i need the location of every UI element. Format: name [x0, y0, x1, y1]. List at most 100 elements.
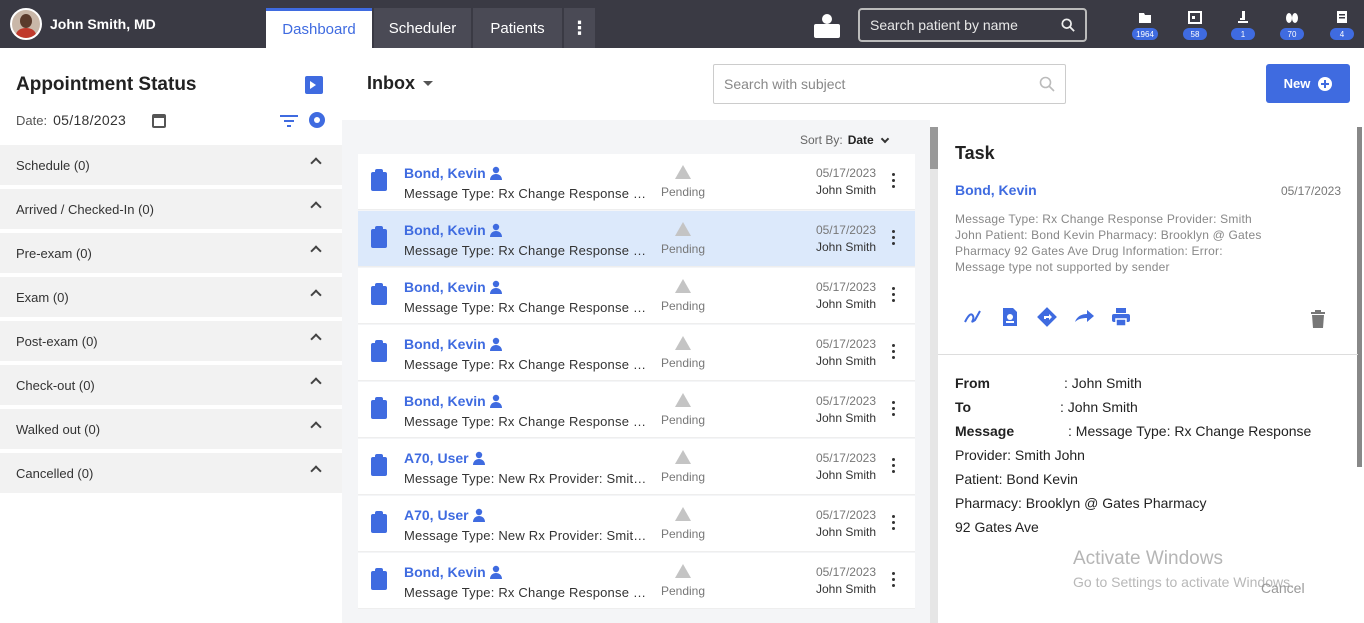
- search-icon[interactable]: [1039, 76, 1055, 92]
- more-options-icon[interactable]: [892, 230, 896, 246]
- status-exam[interactable]: Exam (0): [0, 277, 342, 317]
- patient-name[interactable]: Bond, Kevin: [404, 336, 486, 352]
- notif-rx[interactable]: 70: [1278, 8, 1306, 44]
- status-schedule[interactable]: Schedule (0): [0, 145, 342, 185]
- task-actions: [962, 306, 1147, 328]
- person-icon[interactable]: [472, 451, 486, 465]
- message-line: 92 Gates Ave: [955, 519, 1039, 535]
- front-desk-icon[interactable]: [814, 14, 840, 38]
- calendar-icon[interactable]: [152, 114, 166, 128]
- patient-name[interactable]: A70, User: [404, 507, 469, 523]
- message-row[interactable]: Bond, Kevin Message Type: Rx Change Respo…: [358, 553, 915, 609]
- patient-name[interactable]: Bond, Kevin: [404, 222, 486, 238]
- patient-name[interactable]: Bond, Kevin: [404, 279, 486, 295]
- person-icon[interactable]: [489, 280, 503, 294]
- patient-search[interactable]: [858, 8, 1087, 42]
- status-post-exam[interactable]: Post-exam (0): [0, 321, 342, 361]
- message-row[interactable]: Bond, Kevin Message Type: Rx Change Respo…: [358, 268, 915, 324]
- person-icon[interactable]: [489, 223, 503, 237]
- to-row: To : John Smith: [955, 398, 1207, 422]
- person-icon[interactable]: [489, 565, 503, 579]
- scrollbar-thumb[interactable]: [930, 127, 938, 169]
- user-menu[interactable]: John Smith, MD: [10, 7, 156, 40]
- date-picker[interactable]: Date: 05/18/2023: [16, 112, 126, 128]
- filter-icon[interactable]: [280, 114, 298, 128]
- warning-icon: [675, 507, 691, 521]
- message-subject: Message Type: Rx Change Response Provide…: [404, 585, 648, 600]
- patient-search-input[interactable]: [870, 17, 1050, 33]
- patient-name-link[interactable]: Bond, Kevin: [404, 393, 503, 409]
- person-icon[interactable]: [489, 337, 503, 351]
- clipboard-icon: [371, 283, 387, 305]
- message-status: Pending: [660, 185, 706, 199]
- calendar-icon: [1188, 11, 1202, 24]
- inbox-title[interactable]: Inbox: [367, 73, 415, 94]
- tab-patients[interactable]: Patients: [473, 8, 562, 48]
- forward-icon[interactable]: [1073, 306, 1095, 328]
- notif-lab[interactable]: 1: [1229, 8, 1257, 44]
- status-check-out[interactable]: Check-out (0): [0, 365, 342, 405]
- more-options-icon[interactable]: [892, 401, 896, 417]
- scrollbar-thumb[interactable]: [1357, 127, 1362, 467]
- sort-control[interactable]: Sort By: Date: [800, 133, 889, 147]
- chevron-down-icon[interactable]: [423, 81, 433, 86]
- status-cancelled[interactable]: Cancelled (0): [0, 453, 342, 493]
- search-icon[interactable]: [1061, 18, 1075, 32]
- patient-name-link[interactable]: A70, User: [404, 507, 486, 523]
- print-icon[interactable]: [1110, 306, 1132, 328]
- patient-name-link[interactable]: Bond, Kevin: [404, 336, 503, 352]
- tab-scheduler[interactable]: Scheduler: [374, 8, 471, 48]
- message-row[interactable]: Bond, Kevin Message Type: Rx Change Respo…: [358, 211, 915, 267]
- message-date: 05/17/2023: [815, 394, 876, 408]
- patient-name-link[interactable]: Bond, Kevin: [404, 165, 503, 181]
- patient-name[interactable]: Bond, Kevin: [404, 393, 486, 409]
- subject-search[interactable]: [713, 64, 1066, 104]
- task-patient-link[interactable]: Bond, Kevin: [955, 182, 1037, 198]
- patient-name-link[interactable]: Bond, Kevin: [404, 222, 503, 238]
- message-sender: John Smith: [815, 297, 876, 311]
- subject-search-input[interactable]: [724, 76, 1024, 92]
- sort-value[interactable]: Date: [848, 133, 874, 147]
- message-subject: Message Type: New Rx Provider: Smith Joh…: [404, 471, 648, 486]
- status-arrived[interactable]: Arrived / Checked-In (0): [0, 189, 342, 229]
- status-pre-exam[interactable]: Pre-exam (0): [0, 233, 342, 273]
- trash-icon[interactable]: [1310, 310, 1326, 328]
- notif-documents[interactable]: 4: [1328, 8, 1356, 44]
- more-options-icon[interactable]: [892, 458, 896, 474]
- message-row[interactable]: A70, User Message Type: New Rx Provider: …: [358, 496, 915, 552]
- warning-icon: [675, 165, 691, 179]
- message-row[interactable]: Bond, Kevin Message Type: Rx Change Respo…: [358, 382, 915, 438]
- sign-icon[interactable]: [962, 306, 984, 328]
- gear-icon[interactable]: [309, 112, 325, 128]
- cancel-button[interactable]: Cancel: [1261, 580, 1305, 596]
- patient-name[interactable]: Bond, Kevin: [404, 165, 486, 181]
- patient-name[interactable]: A70, User: [404, 450, 469, 466]
- date-value[interactable]: 05/18/2023: [53, 112, 126, 128]
- patient-name-link[interactable]: A70, User: [404, 450, 486, 466]
- message-sender: John Smith: [815, 582, 876, 596]
- warning-icon: [675, 393, 691, 407]
- collapse-panel-icon[interactable]: [305, 76, 323, 94]
- patient-name[interactable]: Bond, Kevin: [404, 564, 486, 580]
- more-options-icon[interactable]: [892, 344, 896, 360]
- person-icon[interactable]: [489, 166, 503, 180]
- message-row[interactable]: Bond, Kevin Message Type: Rx Change Respo…: [358, 154, 915, 210]
- message-row[interactable]: Bond, Kevin Message Type: Rx Change Respo…: [358, 325, 915, 381]
- more-options-icon[interactable]: [892, 572, 896, 588]
- tab-dashboard[interactable]: Dashboard: [266, 8, 372, 48]
- forward-direction-icon[interactable]: [1036, 306, 1058, 328]
- status-walked-out[interactable]: Walked out (0): [0, 409, 342, 449]
- more-tabs-button[interactable]: ⋮: [564, 8, 595, 48]
- more-options-icon[interactable]: [892, 515, 896, 531]
- patient-document-icon[interactable]: [999, 306, 1021, 328]
- patient-name-link[interactable]: Bond, Kevin: [404, 279, 503, 295]
- notif-calendar[interactable]: 58: [1181, 8, 1209, 44]
- new-message-button[interactable]: New: [1266, 64, 1350, 103]
- message-row[interactable]: A70, User Message Type: New Rx Provider: …: [358, 439, 915, 495]
- more-options-icon[interactable]: [892, 287, 896, 303]
- person-icon[interactable]: [472, 508, 486, 522]
- more-options-icon[interactable]: [892, 173, 896, 189]
- notif-folder[interactable]: 1964: [1131, 8, 1159, 44]
- person-icon[interactable]: [489, 394, 503, 408]
- patient-name-link[interactable]: Bond, Kevin: [404, 564, 503, 580]
